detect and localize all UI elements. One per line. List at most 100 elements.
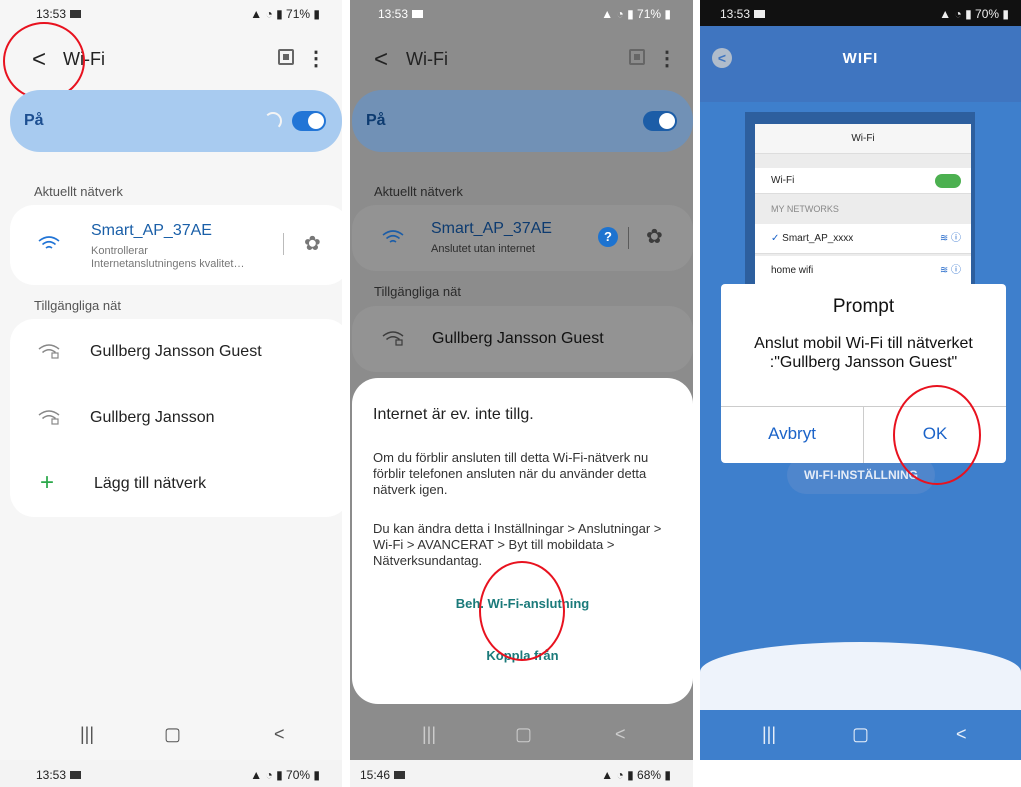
- keep-wifi-button[interactable]: Beh. Wi-Fi-anslutning: [352, 596, 693, 611]
- current-network-name: Smart_AP_37AE: [431, 220, 552, 237]
- network-name: Gullberg Jansson Guest: [90, 343, 262, 360]
- wifi-toggle-row[interactable]: På: [10, 90, 342, 152]
- back-icon[interactable]: <: [274, 724, 285, 745]
- qr-code-icon[interactable]: [278, 49, 294, 65]
- network-item[interactable]: Gullberg Jansson: [10, 385, 342, 451]
- mail-icon: [70, 771, 82, 779]
- back-icon[interactable]: <: [956, 724, 967, 745]
- illustration-network-row: home wifi ≋ ⓘ: [755, 256, 971, 286]
- illustration-toggle: [935, 174, 961, 188]
- dialog-body: Du kan ändra detta i Inställningar > Ans…: [373, 521, 662, 568]
- app-header: < WIFI: [700, 26, 1021, 102]
- app-bar: < Wi-Fi ⋮: [350, 30, 693, 86]
- status-icons: ▲ ◔ ▮ 71% ▮: [250, 7, 320, 21]
- screenshot-collage: 13:53 ▲ ◔ ▮ 71% ▮ < Wi-Fi ⋮ På Aktuellt …: [0, 0, 1021, 787]
- wifi-settings-dialog-screen: 13:53 ▲ ◔ ▮ 71% ▮ < Wi-Fi ⋮ På Aktuellt …: [350, 0, 693, 760]
- bottom-status-strip: 13:53 ▲ ◔ ▮ 70% ▮ 15:46 ▲ ◔ ▮ 68% ▮: [0, 760, 1021, 787]
- network-name: Gullberg Jansson: [90, 409, 215, 426]
- navigation-bar: ||| ▢ <: [350, 710, 693, 760]
- divider: [283, 233, 284, 255]
- current-network-header: Aktuellt nätverk: [374, 184, 463, 199]
- gear-icon[interactable]: ✿: [646, 224, 663, 249]
- status-time: 13:53: [378, 7, 424, 21]
- network-item[interactable]: Gullberg Jansson Guest: [352, 306, 693, 372]
- current-network-status: Kontrollerar Internetanslutningens kvalit…: [91, 245, 245, 270]
- page-title: Wi-Fi: [406, 49, 448, 69]
- wifi-signal-icon: [382, 230, 404, 243]
- network-item[interactable]: Gullberg Jansson Guest: [10, 319, 342, 385]
- status-time: 13:53: [36, 7, 82, 21]
- wifi-signal-icon: [38, 236, 60, 249]
- status-bar: 13:53 ▲ ◔ ▮ 71% ▮: [350, 0, 693, 26]
- status-bar: 13:53 ▲ ◔ ▮ 71% ▮: [0, 0, 342, 26]
- navigation-bar: ||| ▢ <: [0, 710, 342, 760]
- dialog-title: Internet är ev. inte tillg.: [373, 406, 534, 423]
- disconnect-button[interactable]: Koppla från: [352, 648, 693, 663]
- mail-icon: [394, 771, 406, 779]
- available-networks-card: Gullberg Jansson Guest Gullberg Jansson …: [10, 319, 342, 517]
- more-options-icon[interactable]: ⋮: [657, 46, 677, 71]
- mail-icon: [754, 10, 766, 18]
- status-bar: 15:46 ▲ ◔ ▮ 68% ▮: [350, 760, 693, 787]
- more-options-icon[interactable]: ⋮: [306, 46, 326, 71]
- status-icons: ▲ ◔ ▮ 71% ▮: [601, 7, 671, 21]
- app-title: WIFI: [842, 50, 879, 67]
- status-bar: 13:53 ▲ ◔ ▮ 70% ▮: [700, 0, 1021, 26]
- decorative-wave: [700, 642, 1021, 712]
- no-internet-dialog: Internet är ev. inte tillg. Om du förbli…: [352, 378, 693, 704]
- divider: [628, 227, 629, 249]
- illustration-wifi-row: Wi-Fi: [755, 168, 971, 194]
- mail-icon: [412, 10, 424, 18]
- status-icons: ▲ ◔ ▮ 68% ▮: [601, 768, 671, 782]
- wifi-on-label: På: [24, 112, 44, 129]
- status-time: 15:46: [360, 768, 406, 782]
- add-network-item[interactable]: + Lägg till nätverk: [10, 451, 342, 517]
- app-wifi-prompt-screen: 13:53 ▲ ◔ ▮ 70% ▮ < WIFI Wi-Fi Wi-Fi MY …: [700, 0, 1021, 760]
- dialog-message: Anslut mobil Wi-Fi till nätverket :"Gull…: [754, 335, 973, 371]
- back-arrow-icon[interactable]: <: [374, 46, 388, 74]
- wifi-toggle-row[interactable]: På: [352, 90, 693, 152]
- gear-icon[interactable]: ✿: [304, 231, 321, 256]
- recent-apps-icon[interactable]: |||: [762, 724, 776, 745]
- wifi-toggle[interactable]: [643, 111, 677, 131]
- status-time: 13:53: [720, 7, 766, 21]
- current-network-name: Smart_AP_37AE: [91, 222, 212, 239]
- recent-apps-icon[interactable]: |||: [80, 724, 94, 745]
- wifi-lock-icon: [38, 410, 60, 425]
- status-icons: ▲ ◔ ▮ 70% ▮: [250, 768, 320, 782]
- status-bar: 13:53 ▲ ◔ ▮ 70% ▮: [0, 760, 342, 787]
- recent-apps-icon[interactable]: |||: [422, 724, 436, 745]
- plus-icon: +: [40, 469, 55, 496]
- dialog-body: Om du förblir ansluten till detta Wi-Fi-…: [373, 450, 649, 497]
- connect-prompt-dialog: Prompt Anslut mobil Wi-Fi till nätverket…: [721, 284, 1006, 463]
- add-network-label: Lägg till nätverk: [94, 475, 207, 492]
- illustration-network-row: ✓ Smart_AP_xxxx ≋ ⓘ: [755, 224, 971, 254]
- wifi-lock-icon: [38, 344, 60, 359]
- wifi-lock-icon: [382, 331, 404, 346]
- current-network-status: Anslutet utan internet: [431, 243, 535, 255]
- qr-code-icon[interactable]: [629, 49, 645, 65]
- wifi-toggle[interactable]: [292, 111, 326, 131]
- home-icon[interactable]: ▢: [852, 724, 869, 745]
- available-networks-header: Tillgängliga nät: [34, 298, 121, 313]
- back-arrow-icon[interactable]: <: [32, 46, 46, 74]
- available-networks-header: Tillgängliga nät: [374, 284, 461, 299]
- current-network-header: Aktuellt nätverk: [34, 184, 123, 199]
- home-icon[interactable]: ▢: [515, 724, 532, 745]
- back-icon[interactable]: <: [615, 724, 626, 745]
- current-network-card[interactable]: Smart_AP_37AE Kontrollerar Internetanslut…: [10, 205, 342, 285]
- mail-icon: [70, 10, 82, 18]
- help-icon[interactable]: ?: [598, 227, 618, 247]
- home-icon[interactable]: ▢: [164, 724, 181, 745]
- current-network-card[interactable]: Smart_AP_37AE Anslutet utan internet ? ✿: [352, 205, 693, 271]
- wifi-on-label: På: [366, 112, 386, 129]
- network-name: Gullberg Jansson Guest: [432, 330, 604, 347]
- illustration-title: Wi-Fi: [755, 124, 971, 154]
- cancel-button[interactable]: Avbryt: [721, 424, 863, 444]
- scanning-spinner-icon: [264, 112, 282, 130]
- status-icons: ▲ ◔ ▮ 70% ▮: [939, 7, 1009, 21]
- illustration-mynetworks: MY NETWORKS: [771, 204, 839, 214]
- navigation-bar: ||| ▢ <: [700, 710, 1021, 760]
- ok-button[interactable]: OK: [864, 424, 1006, 444]
- page-title: Wi-Fi: [63, 49, 105, 69]
